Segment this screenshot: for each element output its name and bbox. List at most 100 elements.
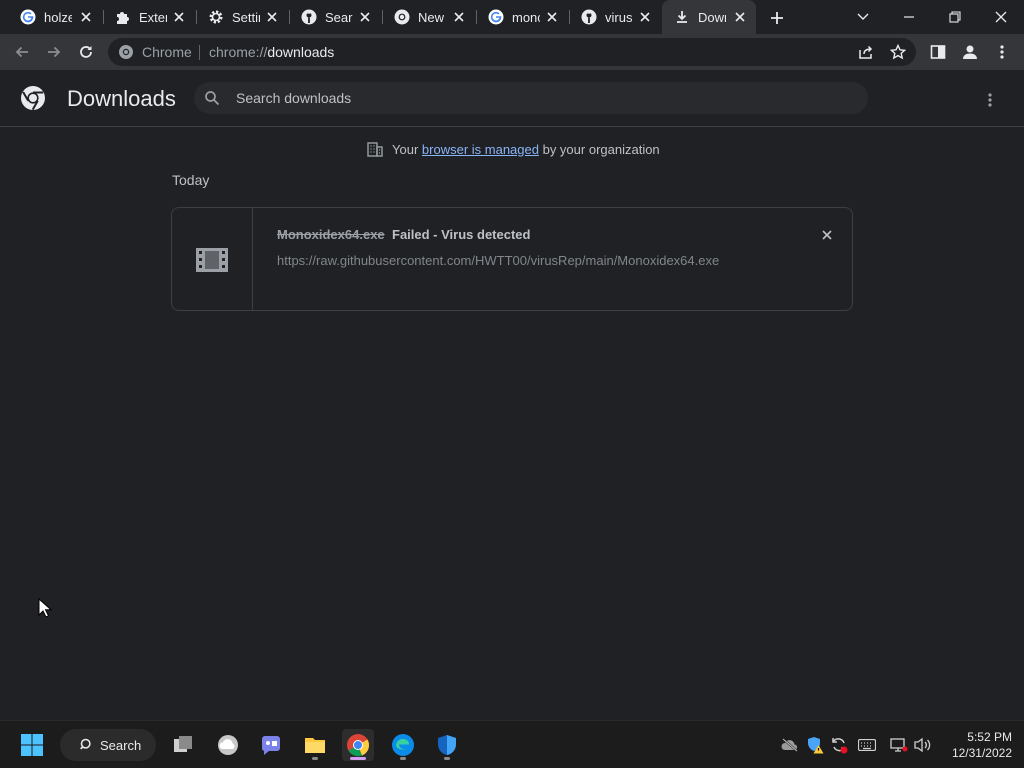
google-icon <box>20 9 36 25</box>
edge-taskbar-button[interactable] <box>387 729 419 761</box>
restore-icon <box>949 11 961 23</box>
close-window-button[interactable] <box>988 4 1014 30</box>
teams-chat-icon <box>261 736 280 755</box>
close-icon[interactable] <box>357 9 373 25</box>
tab-settings[interactable]: Settin <box>196 0 288 34</box>
search-downloads-box <box>194 82 868 114</box>
address-bar[interactable]: Chrome chrome://downloads <box>108 38 916 66</box>
site-label: Chrome <box>142 44 192 60</box>
tab-github-search[interactable]: Searc <box>289 0 381 34</box>
tab-label: Exten <box>139 9 167 25</box>
tab-downloads[interactable]: Dowr <box>662 0 756 34</box>
bookmark-button[interactable] <box>886 40 910 64</box>
tab-label: Settin <box>232 9 260 25</box>
network-tray-icon[interactable] <box>889 735 909 755</box>
download-icon <box>674 9 690 25</box>
browser-toolbar: Chrome chrome://downloads <box>0 34 1024 70</box>
chrome-icon <box>347 734 370 757</box>
remove-download-button[interactable] <box>817 225 837 245</box>
update-tray-icon[interactable] <box>829 735 849 755</box>
search-icon <box>80 738 91 750</box>
gear-icon <box>208 9 224 25</box>
share-button[interactable] <box>854 40 878 64</box>
keyboard-tray-icon[interactable] <box>857 735 877 755</box>
chevron-down-icon <box>857 13 869 20</box>
profile-icon <box>963 45 977 59</box>
restore-button[interactable] <box>942 4 968 30</box>
taskbar-search[interactable]: Search <box>60 729 156 761</box>
back-button[interactable] <box>10 40 34 64</box>
task-view-button[interactable] <box>167 729 199 761</box>
tab-label: New <box>418 9 445 25</box>
file-explorer-button[interactable] <box>299 729 331 761</box>
forward-button[interactable] <box>42 40 66 64</box>
tab-google-holze[interactable]: holze <box>8 0 102 34</box>
running-indicator <box>444 757 450 760</box>
plus-icon <box>771 12 783 24</box>
chrome-taskbar-button[interactable] <box>342 729 374 761</box>
tab-new-tab[interactable]: New <box>382 0 475 34</box>
active-indicator <box>350 757 366 760</box>
side-panel-button[interactable] <box>926 40 950 64</box>
date-group-label: Today <box>172 172 210 188</box>
close-icon[interactable] <box>78 9 94 25</box>
arrow-left-icon <box>15 46 28 58</box>
weather-cloud-icon <box>218 735 238 755</box>
windows-logo-icon <box>21 734 43 756</box>
chrome-menu-button[interactable] <box>990 40 1014 64</box>
google-icon <box>488 9 504 25</box>
tab-label: Searc <box>325 9 353 25</box>
downloads-content: Your browser is managed by your organiza… <box>0 128 1024 720</box>
start-button[interactable] <box>16 729 48 761</box>
tab-search-button[interactable] <box>850 4 876 30</box>
security-taskbar-button[interactable] <box>431 729 463 761</box>
arrow-right-icon <box>48 46 61 58</box>
mouse-cursor-icon <box>38 597 53 618</box>
url-host: downloads <box>267 44 335 60</box>
reload-icon <box>80 46 92 58</box>
chat-button[interactable] <box>255 729 287 761</box>
chrome-logo-icon <box>20 85 46 111</box>
taskbar-search-label: Search <box>100 737 142 753</box>
tab-label: monc <box>512 9 540 25</box>
search-input[interactable] <box>236 88 836 108</box>
minimize-icon <box>904 16 914 18</box>
security-tray-icon[interactable] <box>805 735 825 755</box>
downloads-menu-button[interactable] <box>978 88 1002 112</box>
url-scheme: chrome:// <box>209 44 268 60</box>
close-icon[interactable] <box>264 9 280 25</box>
tab-google-mono[interactable]: monc <box>476 0 568 34</box>
tab-label: holze <box>44 9 72 25</box>
network-monitor-icon <box>890 738 908 752</box>
close-icon[interactable] <box>171 9 187 25</box>
profile-button[interactable] <box>958 40 982 64</box>
minimize-button[interactable] <box>896 4 922 30</box>
onedrive-tray-icon[interactable] <box>780 735 800 755</box>
speaker-icon <box>914 737 931 753</box>
managed-link[interactable]: browser is managed <box>422 142 539 157</box>
search-icon <box>204 90 220 106</box>
managed-suffix: by your organization <box>542 141 660 157</box>
reload-button[interactable] <box>74 40 98 64</box>
volume-tray-icon[interactable] <box>913 735 933 755</box>
new-tab-button[interactable] <box>766 7 788 29</box>
close-icon[interactable] <box>451 9 467 25</box>
running-indicator <box>312 757 318 760</box>
more-vert-icon <box>1000 45 1004 59</box>
download-status: Failed - Virus detected <box>392 227 531 242</box>
system-clock[interactable]: 5:52 PM 12/31/2022 <box>940 729 1012 761</box>
download-icon-area <box>172 208 253 310</box>
widgets-button[interactable] <box>212 729 244 761</box>
close-icon[interactable] <box>544 9 560 25</box>
shield-icon <box>438 735 456 755</box>
close-icon[interactable] <box>637 9 653 25</box>
tab-github-virus[interactable]: virusF <box>569 0 661 34</box>
taskbar: Search 5:52 PM 12/31/2022 <box>0 720 1024 768</box>
download-url[interactable]: https://raw.githubusercontent.com/HWTT00… <box>277 253 719 268</box>
shield-warning-icon <box>808 737 824 754</box>
page-title: Downloads <box>67 86 176 111</box>
share-icon <box>859 45 873 59</box>
close-icon[interactable] <box>732 9 748 25</box>
address-separator <box>199 45 200 60</box>
tab-extensions[interactable]: Exten <box>103 0 195 34</box>
